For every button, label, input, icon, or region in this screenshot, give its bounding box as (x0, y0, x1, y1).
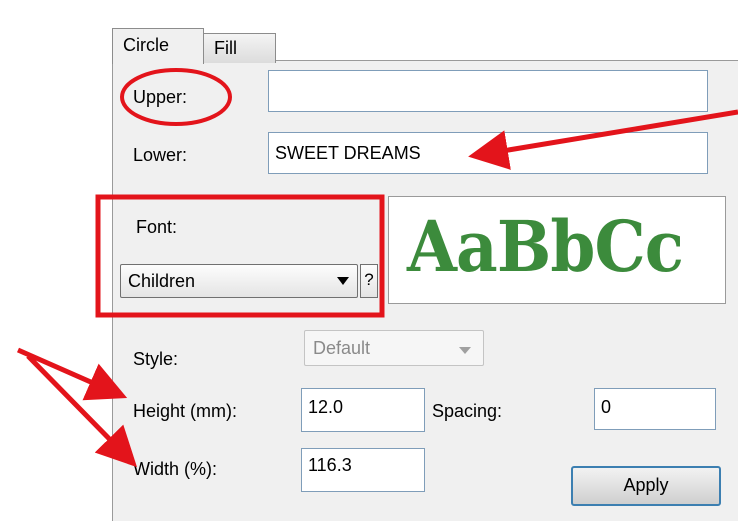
tab-circle[interactable]: Circle (112, 28, 204, 64)
height-pointer-arrow (16, 347, 128, 401)
width-pointer-arrow (26, 354, 138, 468)
font-highlight-box (95, 194, 385, 318)
upper-highlight-ellipse (120, 68, 232, 126)
annotation-overlay (16, 68, 738, 468)
lower-pointer-arrow (468, 109, 738, 170)
